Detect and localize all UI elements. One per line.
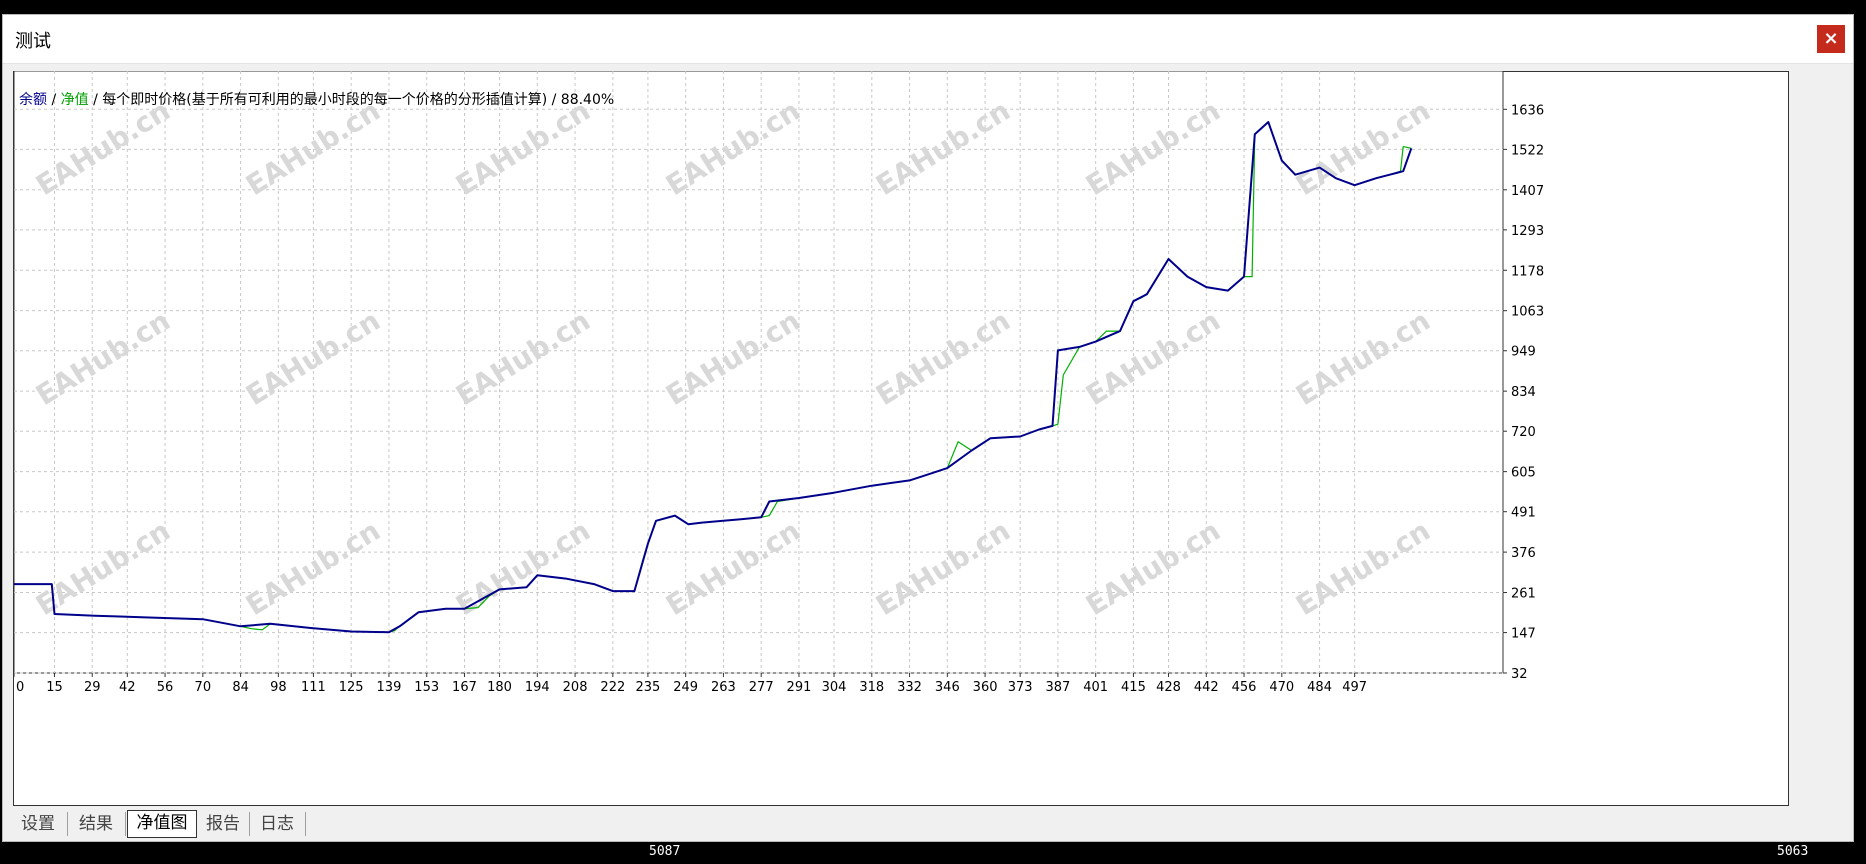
- tab-label: 结果: [79, 814, 113, 834]
- x-tick-label: 70: [195, 680, 212, 695]
- y-tick-label: 834: [1511, 385, 1536, 400]
- close-icon: ×: [1823, 28, 1839, 49]
- tab-journal[interactable]: 日志: [249, 812, 306, 836]
- x-tick-label: 111: [301, 680, 326, 695]
- x-tick-label: 415: [1121, 680, 1146, 695]
- y-tick-label: 147: [1511, 627, 1536, 642]
- background-price-label: 5087: [646, 844, 684, 860]
- tab-label: 日志: [260, 814, 294, 834]
- x-tick-label: 470: [1269, 680, 1294, 695]
- tab-settings[interactable]: 设置: [9, 812, 68, 836]
- y-tick-label: 1063: [1511, 305, 1544, 320]
- chart-canvas: EAHub.cn EAHub.cn EAHub.cn EAHub.cn EAHub.cn…: [13, 71, 1544, 695]
- x-tick-label: 42: [119, 680, 136, 695]
- tab-label: 净值图: [136, 813, 188, 833]
- x-tick-label: 442: [1194, 680, 1219, 695]
- tab-label: 报告: [206, 814, 240, 834]
- x-tick-label: 304: [822, 680, 847, 695]
- y-tick-label: 491: [1511, 506, 1536, 521]
- y-tick-label: 949: [1511, 345, 1536, 360]
- y-tick-label: 1178: [1511, 264, 1544, 279]
- x-tick-label: 456: [1232, 680, 1257, 695]
- x-tick-label: 291: [787, 680, 812, 695]
- x-tick-label: 153: [414, 680, 439, 695]
- y-tick-label: 605: [1511, 466, 1536, 481]
- legend-equity: 净值: [60, 92, 89, 108]
- tab-label: 设置: [21, 814, 55, 834]
- x-tick-label: 263: [711, 680, 736, 695]
- x-tick-label: 387: [1046, 680, 1071, 695]
- x-tick-label: 401: [1083, 680, 1108, 695]
- background-price-label: 5063: [1774, 844, 1812, 860]
- x-tick-label: 0: [16, 680, 24, 695]
- plot-area: [13, 71, 1504, 674]
- x-tick-label: 208: [563, 680, 588, 695]
- chart-legend: 余额 / 净值 / 每个即时价格(基于所有可利用的最小时段的每一个价格的分形插值…: [19, 89, 614, 109]
- x-tick-label: 277: [749, 680, 774, 695]
- y-tick-label: 32: [1511, 667, 1528, 682]
- y-tick-label: 261: [1511, 587, 1536, 602]
- x-tick-label: 98: [270, 680, 287, 695]
- tester-window: 测试 × EAHub.cn EAHub.cn EAHub.cn EAHub.cn EAH…: [2, 14, 1854, 842]
- y-tick-label: 1522: [1511, 143, 1544, 158]
- tab-results[interactable]: 结果: [67, 812, 126, 836]
- x-tick-label: 15: [46, 680, 63, 695]
- x-tick-label: 235: [635, 680, 660, 695]
- title-bar: 测试 ×: [3, 15, 1853, 64]
- x-tick-label: 194: [525, 680, 550, 695]
- window-title: 测试: [15, 31, 51, 52]
- x-tick-label: 249: [673, 680, 698, 695]
- x-tick-label: 125: [339, 680, 364, 695]
- x-tick-label: 29: [84, 680, 101, 695]
- legend-separator: /: [47, 92, 61, 108]
- legend-balance: 余额: [19, 92, 47, 108]
- background-terminal-bottom: 5087 5063: [0, 842, 1866, 864]
- x-tick-label: 346: [935, 680, 960, 695]
- tab-report[interactable]: 报告: [197, 812, 250, 836]
- x-tick-label: 497: [1342, 680, 1367, 695]
- x-tick-label: 373: [1008, 680, 1033, 695]
- y-tick-label: 1636: [1511, 103, 1544, 118]
- x-tick-label: 180: [487, 680, 512, 695]
- x-tick-label: 139: [377, 680, 402, 695]
- x-tick-label: 428: [1156, 680, 1181, 695]
- x-tick-label: 167: [452, 680, 477, 695]
- y-tick-label: 376: [1511, 546, 1536, 561]
- y-tick-label: 1293: [1511, 224, 1544, 239]
- tab-equity-graph[interactable]: 净值图: [127, 810, 197, 838]
- x-tick-label: 84: [232, 680, 249, 695]
- x-tick-label: 484: [1307, 680, 1332, 695]
- x-tick-label: 360: [973, 680, 998, 695]
- equity-chart: EAHub.cn EAHub.cn EAHub.cn EAHub.cn EAHub.cn…: [13, 71, 1789, 806]
- y-tick-label: 1407: [1511, 184, 1544, 199]
- y-tick-label: 720: [1511, 425, 1536, 440]
- x-tick-label: 318: [859, 680, 884, 695]
- close-button[interactable]: ×: [1817, 25, 1845, 53]
- x-tick-label: 332: [897, 680, 922, 695]
- legend-description: / 每个即时价格(基于所有可利用的最小时段的每一个价格的分形插值计算) / 88…: [88, 92, 615, 108]
- tester-tabs: 设置 结果 净值图 报告 日志: [9, 810, 1853, 838]
- x-tick-label: 222: [600, 680, 625, 695]
- x-tick-label: 56: [157, 680, 174, 695]
